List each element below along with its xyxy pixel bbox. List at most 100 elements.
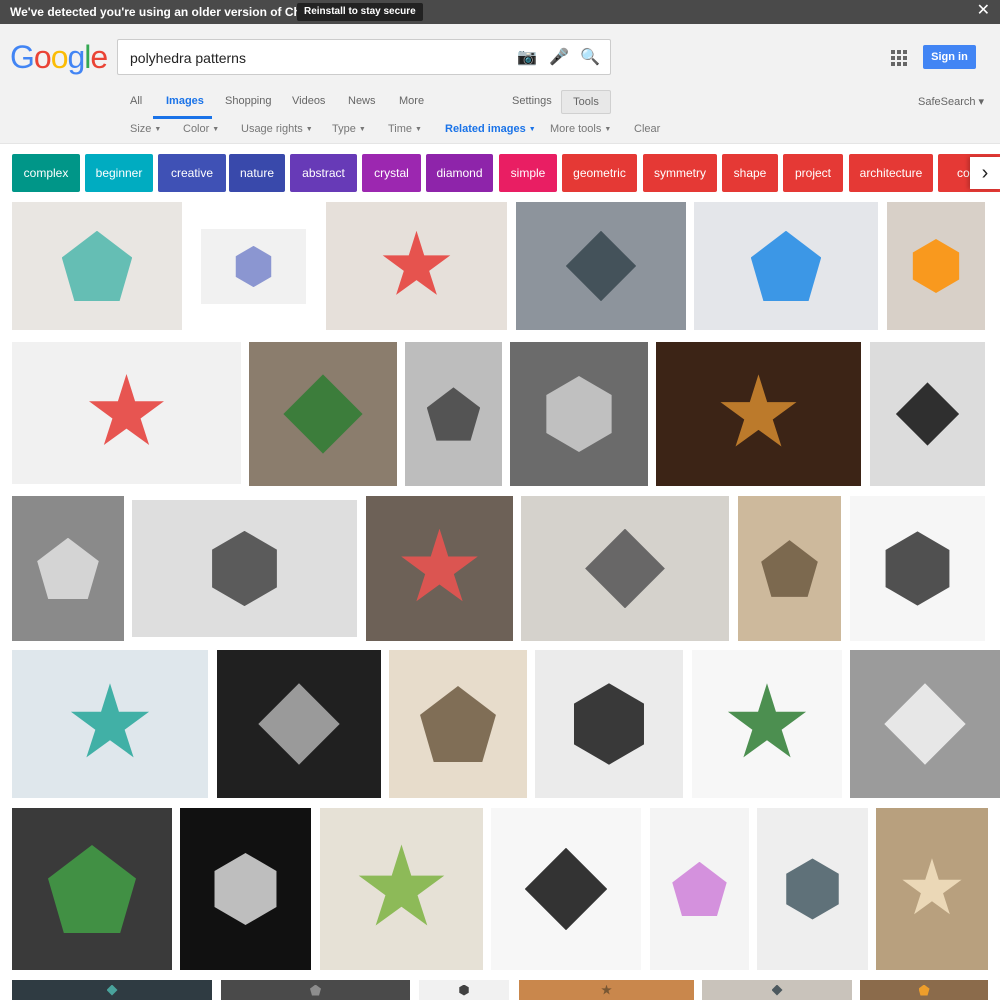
image-result[interactable] bbox=[12, 808, 172, 970]
filter-usage-rights[interactable]: Usage rights ▼ bbox=[241, 123, 313, 135]
polyhedron-shape bbox=[750, 230, 822, 302]
filter-related-images[interactable]: Related images ▼ bbox=[445, 123, 536, 135]
image-result[interactable] bbox=[887, 202, 985, 330]
chip-scroll-right-icon[interactable]: › bbox=[970, 157, 1000, 189]
image-result[interactable] bbox=[535, 650, 683, 798]
image-result[interactable] bbox=[12, 202, 182, 330]
image-result[interactable] bbox=[850, 650, 1000, 798]
sign-in-button[interactable]: Sign in bbox=[923, 45, 976, 69]
chevron-down-icon: ▼ bbox=[528, 126, 536, 133]
safesearch-dropdown[interactable]: SafeSearch ▾ bbox=[918, 95, 984, 108]
polyhedron-shape bbox=[48, 845, 136, 933]
image-result[interactable] bbox=[519, 980, 694, 1000]
polyhedron-shape bbox=[720, 374, 797, 447]
image-result[interactable] bbox=[694, 202, 878, 330]
image-result[interactable] bbox=[389, 650, 527, 798]
chip-beginner[interactable]: beginner bbox=[85, 154, 153, 192]
tab-images[interactable]: Images bbox=[166, 95, 204, 107]
image-result[interactable] bbox=[692, 650, 842, 798]
chip-simple[interactable]: simple bbox=[499, 154, 557, 192]
chip-complex[interactable]: complex bbox=[12, 154, 80, 192]
image-result[interactable] bbox=[491, 808, 641, 970]
chip-diamond[interactable]: diamond bbox=[426, 154, 493, 192]
polyhedron-shape bbox=[565, 230, 637, 302]
tab-shopping[interactable]: Shopping bbox=[225, 95, 272, 107]
image-result[interactable] bbox=[860, 980, 988, 1000]
search-input[interactable]: polyhedra patterns 📷 🎤 🔍 bbox=[117, 39, 611, 75]
polyhedron-shape bbox=[214, 852, 277, 926]
search-icon[interactable]: 🔍 bbox=[580, 48, 600, 68]
chip-nature[interactable]: nature bbox=[229, 154, 285, 192]
chip-abstract[interactable]: abstract bbox=[290, 154, 357, 192]
image-result[interactable] bbox=[757, 808, 868, 970]
filter-time[interactable]: Time ▼ bbox=[388, 123, 422, 135]
image-result[interactable] bbox=[738, 496, 841, 641]
image-result[interactable] bbox=[510, 342, 648, 486]
image-result[interactable] bbox=[650, 808, 749, 970]
search-header: Google polyhedra patterns 📷 🎤 🔍 Sign in … bbox=[0, 24, 1000, 144]
filter-type[interactable]: Type ▼ bbox=[332, 123, 366, 135]
polyhedron-shape bbox=[918, 984, 930, 996]
image-result[interactable] bbox=[180, 808, 311, 970]
image-result[interactable] bbox=[870, 342, 985, 486]
tools-button[interactable]: Tools bbox=[561, 90, 611, 114]
polyhedron-shape bbox=[310, 984, 321, 996]
polyhedron-shape bbox=[358, 844, 445, 926]
polyhedron-shape bbox=[420, 686, 496, 762]
chevron-down-icon: ▼ bbox=[415, 126, 422, 133]
chip-shape[interactable]: shape bbox=[722, 154, 778, 192]
polyhedron-shape bbox=[902, 858, 962, 915]
image-result[interactable] bbox=[405, 342, 502, 486]
apps-grid-icon[interactable] bbox=[891, 50, 907, 66]
tab-all[interactable]: All bbox=[130, 95, 142, 107]
filter-color[interactable]: Color ▼ bbox=[183, 123, 219, 135]
polyhedron-shape bbox=[37, 537, 99, 600]
polyhedron-shape bbox=[106, 984, 118, 996]
polyhedron-shape bbox=[585, 528, 665, 609]
mic-icon[interactable]: 🎤 bbox=[549, 48, 569, 68]
tab-more[interactable]: More bbox=[399, 95, 424, 107]
image-result[interactable] bbox=[419, 980, 509, 1000]
filter-size[interactable]: Size ▼ bbox=[130, 123, 161, 135]
filter-more-tools[interactable]: More tools ▼ bbox=[550, 123, 611, 135]
polyhedron-shape bbox=[895, 382, 960, 446]
image-result[interactable] bbox=[12, 650, 208, 798]
camera-icon[interactable]: 📷 bbox=[517, 48, 537, 68]
polyhedron-shape bbox=[212, 530, 277, 607]
filter-clear[interactable]: Clear bbox=[634, 123, 660, 135]
reinstall-button[interactable]: Reinstall to stay secure bbox=[297, 3, 423, 21]
image-result[interactable] bbox=[850, 496, 985, 641]
image-result[interactable] bbox=[516, 202, 686, 330]
image-result[interactable] bbox=[201, 229, 306, 304]
image-result[interactable] bbox=[876, 808, 988, 970]
settings-link[interactable]: Settings bbox=[512, 95, 552, 107]
image-result[interactable] bbox=[12, 342, 241, 484]
image-result[interactable] bbox=[366, 496, 513, 641]
close-icon[interactable]: ✕ bbox=[977, 2, 990, 20]
chip-project[interactable]: project bbox=[783, 154, 843, 192]
chip-creative[interactable]: creative bbox=[158, 154, 226, 192]
polyhedron-shape bbox=[885, 531, 950, 606]
image-result[interactable] bbox=[217, 650, 381, 798]
tab-videos[interactable]: Videos bbox=[292, 95, 325, 107]
chip-symmetry[interactable]: symmetry bbox=[643, 154, 717, 192]
google-logo[interactable]: Google bbox=[10, 39, 108, 76]
chevron-down-icon: ▼ bbox=[305, 126, 313, 133]
polyhedron-shape bbox=[70, 683, 150, 758]
image-result[interactable] bbox=[249, 342, 397, 486]
image-result[interactable] bbox=[221, 980, 410, 1000]
image-result[interactable] bbox=[12, 980, 212, 1000]
image-result[interactable] bbox=[702, 980, 852, 1000]
image-result[interactable] bbox=[326, 202, 507, 330]
image-result[interactable] bbox=[521, 496, 729, 641]
chevron-down-icon: ▼ bbox=[358, 126, 366, 133]
image-result[interactable] bbox=[320, 808, 483, 970]
tab-news[interactable]: News bbox=[348, 95, 376, 107]
chip-architecture[interactable]: architecture bbox=[849, 154, 933, 192]
chip-crystal[interactable]: crystal bbox=[362, 154, 421, 192]
search-query: polyhedra patterns bbox=[130, 50, 246, 66]
image-result[interactable] bbox=[12, 496, 124, 641]
chip-geometric[interactable]: geometric bbox=[562, 154, 637, 192]
image-result[interactable] bbox=[656, 342, 861, 486]
image-result[interactable] bbox=[132, 500, 357, 637]
